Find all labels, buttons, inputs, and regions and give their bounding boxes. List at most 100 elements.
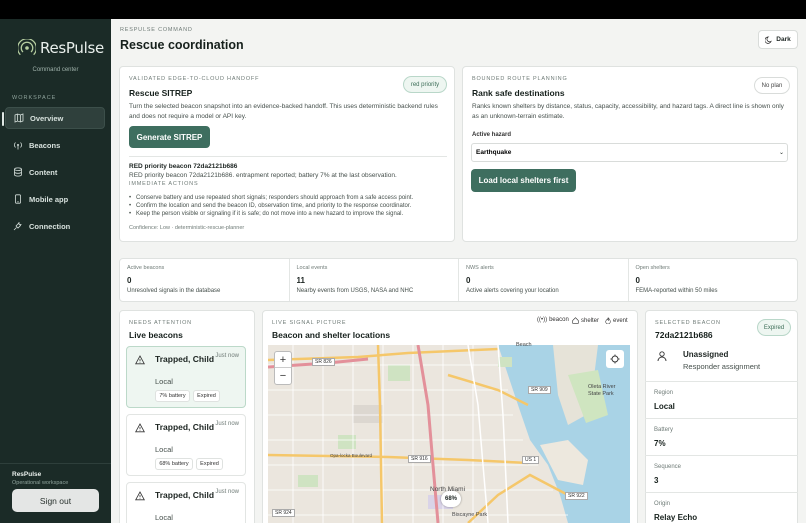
priority-badge: red priority (403, 76, 447, 93)
app-name: ResPulse (40, 39, 104, 57)
assignee-subtitle[interactable]: Responder assignment (683, 362, 760, 371)
stat-open-shelters: Open shelters 0 FEMA-reported within 50 … (629, 259, 798, 301)
detail-row-origin: Origin Relay Echo (645, 492, 798, 523)
beacon-title: Trapped, Child (155, 490, 215, 500)
sidebar-item-label: Content (29, 167, 58, 177)
sidebar-item-beacons[interactable]: Beacons (5, 134, 105, 156)
status-tag: Expired (196, 458, 223, 470)
sitrep-card: VALIDATED EDGE-TO-CLOUD HANDOFF red prio… (119, 66, 455, 242)
detail-key: Battery (654, 427, 674, 433)
needs-attention-eyebrow: NEEDS ATTENTION (129, 320, 192, 326)
load-shelters-button[interactable]: Load local shelters first (471, 169, 576, 192)
sidebar-item-overview[interactable]: Overview (2, 107, 105, 129)
assignee-name: Unassigned (683, 350, 729, 359)
stat-label: Open shelters (635, 265, 670, 271)
road-label: SR 909 (528, 386, 551, 394)
window-top-bar (0, 0, 806, 19)
detail-value: Relay Echo (654, 513, 698, 522)
sidebar-nav: Overview Beacons Content Mobile app Conn… (2, 107, 105, 242)
beacon-icon: ((•)) (537, 317, 548, 323)
beacon-list-item[interactable]: Trapped, Child Just now Local 68% batter… (126, 414, 246, 476)
sidebar-item-label: Overview (30, 113, 64, 123)
stat-nws-alerts: NWS alerts 0 Active alerts covering your… (459, 259, 629, 301)
battery-tag: 68% battery (155, 458, 193, 470)
legend-label: shelter (581, 317, 600, 324)
sign-out-button[interactable]: Sign out (12, 489, 99, 512)
zoom-control: + − (274, 351, 292, 385)
detail-value: Local (654, 402, 675, 411)
warning-icon (135, 491, 145, 501)
detail-row-region: Region Local (645, 381, 798, 419)
sitrep-eyebrow: VALIDATED EDGE-TO-CLOUD HANDOFF (129, 76, 260, 82)
warning-icon (135, 423, 145, 433)
detail-row-sequence: Sequence 3 (645, 455, 798, 493)
stat-value: 11 (296, 276, 305, 285)
route-eyebrow: BOUNDED ROUTE PLANNING (472, 76, 568, 82)
place-label: Oleta River State Park (588, 384, 616, 397)
sidebar-divider (0, 463, 111, 464)
selected-beacon-id: 72da2121b686 (655, 330, 713, 340)
action-item: Confirm the location and send the beacon… (129, 203, 413, 209)
hazard-label: Active hazard (472, 132, 512, 138)
stat-label: Active beacons (127, 265, 165, 271)
brand[interactable]: ResPulse (18, 39, 104, 57)
beacon-title: Trapped, Child (155, 354, 215, 364)
live-signal-eyebrow: LIVE SIGNAL PICTURE (272, 320, 347, 326)
sidebar-item-label: Beacons (29, 140, 61, 150)
hazard-select[interactable]: Earthquake (471, 143, 788, 162)
road-label: SR 924 (272, 509, 295, 517)
route-description: Ranks known shelters by distance, status… (472, 103, 784, 120)
beacon-region: Local (155, 377, 173, 386)
stat-label: NWS alerts (466, 265, 494, 271)
zoom-in-button[interactable]: + (275, 352, 291, 368)
sidebar-item-connection[interactable]: Connection (5, 215, 105, 237)
legend-label: event (613, 317, 628, 324)
selected-status-badge: Expired (757, 319, 791, 336)
place-label: Beach (516, 342, 532, 348)
beacon-region: Local (155, 513, 173, 522)
live-beacons-title: Live beacons (129, 330, 183, 340)
locate-button[interactable] (606, 350, 624, 368)
sitrep-result-line: RED priority beacon 72da2121b686. entrap… (129, 172, 397, 179)
route-title: Rank safe destinations (472, 88, 565, 98)
beacon-list-item[interactable]: Trapped, Child Just now Local (126, 482, 246, 523)
stat-value: 0 (466, 276, 471, 285)
beacon-time: Just now (215, 489, 239, 495)
sidebar: ResPulse Command center WORKSPACE Overvi… (0, 19, 111, 523)
chevron-down-icon: ⌄ (779, 150, 785, 156)
stat-value: 0 (635, 276, 640, 285)
legend-beacon: ((•)) beacon (537, 317, 569, 323)
stats-strip: Active beacons 0 Unresolved signals in t… (119, 258, 798, 302)
sidebar-item-content[interactable]: Content (5, 161, 105, 183)
page-eyebrow: RESPULSE COMMAND (120, 27, 193, 33)
road-label: US 1 (522, 456, 540, 464)
generate-sitrep-button[interactable]: Generate SITREP (129, 126, 210, 148)
detail-value: 7% (654, 439, 666, 448)
broadcast-icon (14, 142, 22, 150)
dark-mode-label: Dark (776, 36, 791, 43)
immediate-actions-label: IMMEDIATE ACTIONS (129, 181, 199, 187)
workspace-user-name: ResPulse (12, 471, 42, 478)
street-label: Opa-locka Boulevard (330, 453, 373, 458)
warning-icon (135, 355, 145, 365)
map-icon (14, 113, 24, 123)
stat-active-beacons: Active beacons 0 Unresolved signals in t… (120, 259, 290, 301)
page-title: Rescue coordination (120, 38, 244, 52)
beacon-list-item[interactable]: Trapped, Child Just now Local 7% battery… (126, 346, 246, 408)
sitrep-title: Rescue SITREP (129, 88, 193, 98)
sidebar-item-mobile-app[interactable]: Mobile app (5, 188, 105, 210)
dark-mode-button[interactable]: Dark (758, 30, 798, 49)
sitrep-divider (129, 156, 447, 157)
stat-subtitle: Nearby events from USGS, NASA and NHC (296, 288, 414, 294)
database-icon (14, 167, 22, 177)
flame-icon (605, 317, 611, 324)
status-tag: Expired (193, 390, 220, 402)
zoom-out-button[interactable]: − (275, 368, 291, 384)
sidebar-item-label: Mobile app (29, 194, 69, 204)
road-label: SR 916 (408, 455, 431, 463)
beacon-map-marker[interactable]: 68% (441, 491, 461, 507)
battery-tag: 7% battery (155, 390, 190, 402)
stat-subtitle: Active alerts covering your location (466, 288, 559, 294)
road-label: SR 922 (565, 492, 588, 500)
confidence-note: Confidence: Low · deterministic-rescue-p… (129, 225, 245, 231)
